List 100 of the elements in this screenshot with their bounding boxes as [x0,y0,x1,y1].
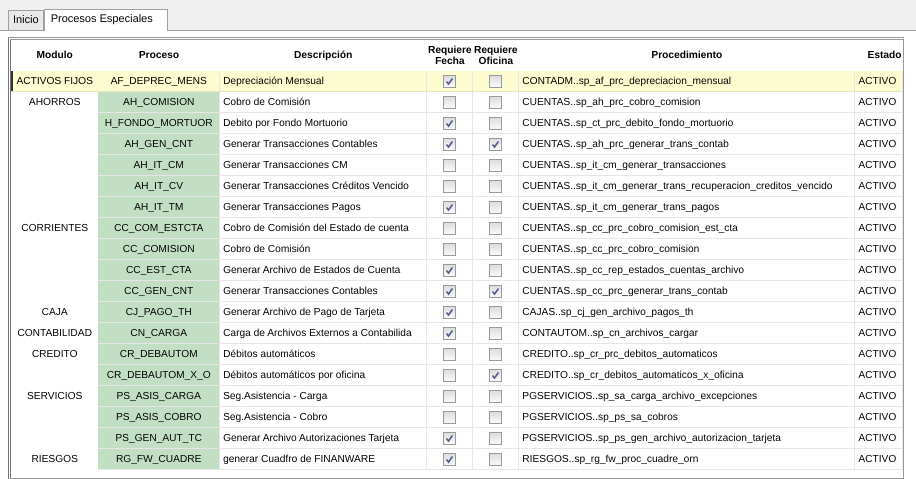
checkbox[interactable] [489,200,502,214]
checkbox[interactable] [443,432,456,444]
table-row[interactable]: AHORROS AH_COMISION Cobro de Comisión CUENTAS..sp_ah_prc_cobro_comision ACTIVO [11,92,902,112]
checkbox[interactable] [489,74,502,88]
table-cell: CUENTAS..sp_it_cm_generar_trans_pagos [518,196,855,218]
table-row[interactable]: PS_GEN_AUT_TC Generar Archivo Autorizaciones Tarjeta PGSERVICIOS..sp_ps_gen_archivo_autorizacion_tarjeta ACTIVO [11,428,902,448]
table-row[interactable]: RIESGOS RG_FW_CUADRE generar Cuadfro de FINANWARE RIESGOS..sp_rg_fw_proc_cuadre_orn ACTIVO [11,448,902,470]
checkbox[interactable] [443,242,456,256]
table-row[interactable]: CREDITO CR_DEBAUTOM Débitos automáticos CREDITO..sp_cr_prc_debitos_automaticos ACTIVO [11,344,902,364]
checkbox[interactable] [443,180,456,192]
checkbox[interactable] [443,158,456,172]
table-cell: Débitos automáticos por oficina [220,364,427,386]
table-cell: RG_FW_CUADRE [98,448,220,470]
table-cell: CUENTAS..sp_cc_rep_estados_cuentas_archivo [518,260,855,280]
checkbox[interactable] [489,284,502,298]
checkbox[interactable] [443,264,456,276]
table-cell: ACTIVO [854,112,902,134]
checkbox[interactable] [443,306,456,318]
table-cell: AHORROS [11,92,98,112]
column-header[interactable]: Proceso [98,40,220,71]
table-cell: CORRIENTES [11,218,98,238]
table-cell: ACTIVO [854,134,902,154]
table-cell: CR_DEBAUTOM_X_O [98,364,220,386]
checkbox[interactable] [489,96,502,108]
checkbox[interactable] [489,452,502,466]
table-cell: Generar Archivo Autorizaciones Tarjeta [220,428,427,448]
column-header[interactable]: Requiere Fecha [426,40,473,71]
table-row[interactable]: CC_EST_CTA Generar Archivo de Estados de Cuenta CUENTAS..sp_cc_rep_estados_cuentas_archivo ACTIVO [11,260,902,280]
checkbox[interactable] [489,138,502,150]
table-cell: ACTIVO [854,448,902,470]
checkbox[interactable] [489,410,502,424]
table-cell: CUENTAS..sp_ah_prc_generar_trans_contab [518,134,855,154]
checkbox[interactable] [443,410,456,424]
table-cell: CUENTAS..sp_it_cm_generar_trans_recuperacion_creditos_vencido [518,176,855,196]
checkbox[interactable] [443,326,456,340]
checkbox[interactable] [489,306,502,318]
table-cell: CR_DEBAUTOM [98,344,220,364]
column-header[interactable]: Descripción [220,40,427,71]
table-cell: ACTIVO [854,92,902,112]
checkbox[interactable] [489,116,502,130]
table-cell: AH_GEN_CNT [98,134,220,154]
table-cell: AH_IT_CV [98,176,220,196]
table-row[interactable]: CONTABILIDAD CN_CARGA Carga de Archivos Externos a Contabilida CONTAUTOM..sp_cn_archivos_cargar ACTIVO [11,322,902,344]
checkbox[interactable] [443,116,456,130]
table-cell: ACTIVO [854,238,902,260]
table-cell: ACTIVO [854,344,902,364]
table-row[interactable]: PS_ASIS_COBRO Seg.Asistencia - Cobro PGSERVICIOS..sp_ps_sa_cobros ACTIVO [11,406,902,428]
checkbox[interactable] [489,390,502,402]
checkbox[interactable] [489,264,502,276]
checkbox[interactable] [489,326,502,340]
table-cell: CUENTAS..sp_ct_prc_debito_fondo_mortuorio [518,112,855,134]
column-header[interactable]: Estado [854,40,902,71]
checkbox[interactable] [443,74,456,88]
table-row[interactable]: AH_GEN_CNT Generar Transacciones Contables CUENTAS..sp_ah_prc_generar_trans_contab ACTIVO [11,134,902,154]
table-cell: ACTIVO [854,154,902,176]
table-row[interactable]: H_FONDO_MORTUOR Debito por Fondo Mortuorio CUENTAS..sp_ct_prc_debito_fondo_mortuorio ACTIVO [11,112,902,134]
tab[interactable]: Procesos Especiales [44,9,168,31]
table-cell: CC_COMISION [98,238,220,260]
checkbox[interactable] [489,180,502,192]
tab[interactable]: Inicio [8,10,44,30]
table-row[interactable]: AH_IT_TM Generar Transacciones Pagos CUENTAS..sp_it_cm_generar_trans_pagos ACTIVO [11,196,902,218]
checkbox[interactable] [443,390,456,402]
table-row[interactable]: ACTIVOS FIJOS AF_DEPREC_MENS Depreciación Mensual CONTADM..sp_af_prc_depreciacion_mensual ACTIVO [11,71,902,92]
table-cell: ACTIVO [854,322,902,344]
table-row[interactable]: SERVICIOS PS_ASIS_CARGA Seg.Asistencia - Carga PGSERVICIOS..sp_sa_carga_archivo_excepciones ACTIVO [11,386,902,406]
table-cell: ACTIVO [854,218,902,238]
table-row[interactable]: CR_DEBAUTOM_X_O Débitos automáticos por oficina CREDITO..sp_cr_debitos_automaticos_x_oficina ACTIVO [11,364,902,386]
table-cell: PS_ASIS_CARGA [98,386,220,406]
table-cell: RIESGOS [11,448,98,470]
table-cell: CUENTAS..sp_ah_prc_cobro_comision [518,92,855,112]
table-cell: CREDITO..sp_cr_debitos_automaticos_x_oficina [518,364,855,386]
checkbox[interactable] [443,138,456,150]
table-cell: CC_GEN_CNT [98,280,220,302]
table-row[interactable]: CC_GEN_CNT Generar Transacciones Contables CUENTAS..sp_cc_prc_generar_trans_contab ACTIVO [11,280,902,302]
table-cell: CAJAS..sp_cj_gen_archivo_pagos_th [518,302,855,322]
checkbox[interactable] [489,242,502,256]
checkbox[interactable] [443,284,456,298]
column-header[interactable]: Procedimiento [518,40,855,71]
table-row[interactable]: CC_COMISION Cobro de Comisión CUENTAS..sp_cc_prc_cobro_comision ACTIVO [11,238,902,260]
checkbox[interactable] [489,158,502,172]
table-row[interactable]: AH_IT_CV Generar Transacciones Créditos Vencido CUENTAS..sp_it_cm_generar_trans_recuperacion_creditos_vencido ACTIVO [11,176,902,196]
table-row[interactable]: CAJA CJ_PAGO_TH Generar Archivo de Pago de Tarjeta CAJAS..sp_cj_gen_archivo_pagos_th ACTIVO [11,302,902,322]
checkbox[interactable] [489,432,502,444]
table-cell: RIESGOS..sp_rg_fw_proc_cuadre_orn [518,448,855,470]
column-header[interactable]: Modulo [11,40,98,71]
table-cell: CJ_PAGO_TH [98,302,220,322]
table-row[interactable]: CORRIENTES CC_COM_ESTCTA Cobro de Comisión del Estado de cuenta CUENTAS..sp_cc_prc_cobro_comision_est_cta ACTIVO [11,218,902,238]
table-cell: ACTIVO [854,428,902,448]
table-cell: CREDITO..sp_cr_prc_debitos_automaticos [518,344,855,364]
checkbox[interactable] [489,368,502,382]
table-row[interactable]: AH_IT_CM Generar Transacciones CM CUENTAS..sp_it_cm_generar_transacciones ACTIVO [11,154,902,176]
checkbox[interactable] [443,348,456,360]
checkbox[interactable] [443,222,456,234]
checkbox[interactable] [443,96,456,108]
checkbox[interactable] [489,348,502,360]
column-header[interactable]: Requiere Oficina [472,40,519,71]
checkbox[interactable] [443,368,456,382]
checkbox[interactable] [443,452,456,466]
checkbox[interactable] [489,222,502,234]
checkbox[interactable] [443,200,456,214]
